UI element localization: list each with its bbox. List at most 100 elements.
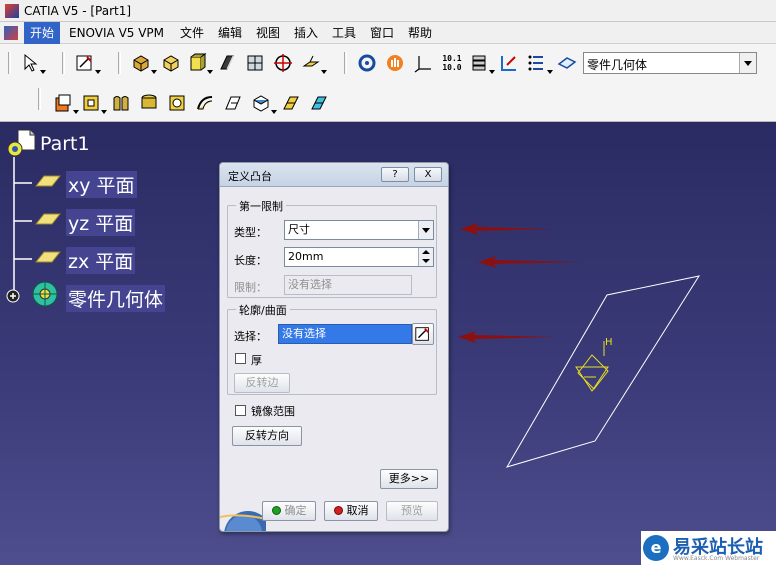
normal-view-icon[interactable] [300, 52, 322, 74]
length-spinner[interactable] [418, 248, 433, 266]
sketch-icon [415, 327, 430, 341]
menu-window[interactable]: 窗口 [364, 22, 400, 44]
pad-icon[interactable] [52, 92, 74, 114]
pan-hand-icon[interactable] [384, 52, 406, 74]
select-label: 选择： [234, 330, 267, 343]
stiffener-icon[interactable] [250, 92, 272, 114]
list-icon[interactable] [526, 52, 548, 74]
sketch-axis-label: H [605, 337, 613, 348]
tree-root-part1[interactable]: Part1 [40, 133, 90, 155]
limit-label: 限制： [234, 281, 267, 294]
type-dropdown-arrow-icon[interactable] [418, 221, 433, 239]
toolbar-grip[interactable] [8, 52, 11, 74]
iso-view-icon[interactable] [160, 52, 182, 74]
current-body-combo[interactable]: 零件几何体 [583, 52, 757, 74]
toolbar-grip[interactable] [344, 52, 347, 74]
hole-icon[interactable] [166, 92, 188, 114]
document-menu-icon[interactable] [4, 26, 18, 40]
help-button[interactable]: ? [381, 167, 409, 182]
measure-icon[interactable]: 10.1 10.0 [440, 52, 464, 74]
shaft-icon[interactable] [110, 92, 132, 114]
measure-label-bottom: 10.0 [442, 63, 462, 72]
sketcher-button[interactable] [412, 323, 434, 345]
expand-plus-icon[interactable] [6, 289, 20, 303]
toolbar: 10.1 10.0 零件几何体 [0, 44, 776, 122]
reverse-direction-button[interactable]: 反转方向 [232, 426, 302, 446]
plane-icon[interactable] [34, 211, 62, 227]
view-dropdown-icon[interactable] [321, 70, 327, 74]
multi-view-icon[interactable] [244, 52, 266, 74]
menu-view[interactable]: 视图 [250, 22, 286, 44]
groove-icon[interactable] [138, 92, 160, 114]
body-select-icon[interactable] [556, 52, 578, 74]
menu-edit[interactable]: 编辑 [212, 22, 248, 44]
menu-start[interactable]: 开始 [24, 22, 61, 44]
axis-system-icon[interactable] [412, 52, 434, 74]
list-dropdown-icon[interactable] [547, 70, 553, 74]
menu-file[interactable]: 文件 [174, 22, 210, 44]
thick-label: 厚 [251, 354, 262, 367]
plane-icon[interactable] [34, 173, 62, 189]
select-dropdown-icon[interactable] [40, 70, 46, 74]
stiffener-dropdown-icon[interactable] [271, 110, 277, 114]
plane-icon[interactable] [34, 249, 62, 265]
menu-enovia[interactable]: ENOVIA V5 VPM [63, 22, 170, 44]
body-icon[interactable] [30, 279, 64, 309]
toolbar-grip[interactable] [38, 88, 41, 110]
tree-item-part-body[interactable]: 零件几何体 [66, 285, 166, 312]
close-button[interactable]: X [414, 167, 442, 182]
define-pad-dialog: 定义凸台 ? X 第一限制 类型： 尺寸 长度： 20mm 限制： 没有选择 轮… [219, 162, 449, 532]
select-arrow-icon[interactable] [20, 52, 42, 74]
fit-all-icon[interactable] [272, 52, 294, 74]
mirrored-extent-checkbox[interactable] [235, 405, 246, 416]
layer-dropdown-icon[interactable] [489, 70, 495, 74]
sketch-dropdown-icon[interactable] [95, 70, 101, 74]
type-dropdown[interactable]: 尺寸 [284, 220, 434, 240]
menu-help[interactable]: 帮助 [402, 22, 438, 44]
tree-item-zx-plane[interactable]: zx 平面 [66, 247, 136, 274]
rotate-icon[interactable] [356, 52, 378, 74]
slot-icon[interactable] [222, 92, 244, 114]
earth-decoration [220, 489, 266, 531]
pocket-dropdown-icon[interactable] [101, 110, 107, 114]
cancel-label: 取消 [346, 504, 369, 517]
pad-dropdown-icon[interactable] [73, 110, 79, 114]
preview-button[interactable]: 预览 [386, 501, 438, 521]
part-icon[interactable] [4, 128, 38, 160]
tree-item-yz-plane[interactable]: yz 平面 [66, 209, 136, 236]
menu-insert[interactable]: 插入 [288, 22, 324, 44]
loft-icon[interactable] [280, 92, 302, 114]
toolbar-grip[interactable] [118, 52, 121, 74]
combo-arrow-icon[interactable] [739, 53, 756, 73]
toolbar-grip[interactable] [62, 52, 65, 74]
pad-view-dropdown-icon[interactable] [207, 70, 213, 74]
view-mode-dropdown-icon[interactable] [151, 70, 157, 74]
remove-loft-icon[interactable] [308, 92, 330, 114]
thick-checkbox[interactable] [235, 353, 246, 364]
sketch-icon[interactable] [74, 52, 96, 74]
profile-title: 轮廓/曲面 [236, 302, 290, 318]
red-arrow-annotation [478, 256, 580, 268]
title-bar: CATIA V5 - [Part1] [0, 0, 776, 22]
profile-select-field[interactable]: 没有选择 [278, 324, 412, 344]
wireframe-icon[interactable] [216, 52, 238, 74]
red-arrow-annotation [458, 331, 556, 343]
shaded-view-icon[interactable] [130, 52, 152, 74]
pad-view-icon[interactable] [186, 52, 208, 74]
hide-show-icon[interactable] [498, 52, 520, 74]
menu-tools[interactable]: 工具 [326, 22, 362, 44]
pocket-icon[interactable] [80, 92, 102, 114]
ok-label: 确定 [284, 504, 307, 517]
menu-bar: 开始 ENOVIA V5 VPM 文件 编辑 视图 插入 工具 窗口 帮助 [0, 22, 776, 44]
layer-icon[interactable] [468, 52, 490, 74]
ok-button[interactable]: 确定 [262, 501, 316, 521]
rib-icon[interactable] [194, 92, 216, 114]
more-button[interactable]: 更多>> [380, 469, 438, 489]
length-field[interactable]: 20mm [284, 247, 434, 267]
reverse-side-button[interactable]: 反转边 [234, 373, 290, 393]
dialog-title-bar[interactable]: 定义凸台 ? X [220, 163, 448, 187]
cancel-button[interactable]: 取消 [324, 501, 378, 521]
catia-app-icon [5, 4, 19, 18]
tree-item-xy-plane[interactable]: xy 平面 [66, 171, 137, 198]
watermark-logo-icon: e [643, 535, 669, 561]
